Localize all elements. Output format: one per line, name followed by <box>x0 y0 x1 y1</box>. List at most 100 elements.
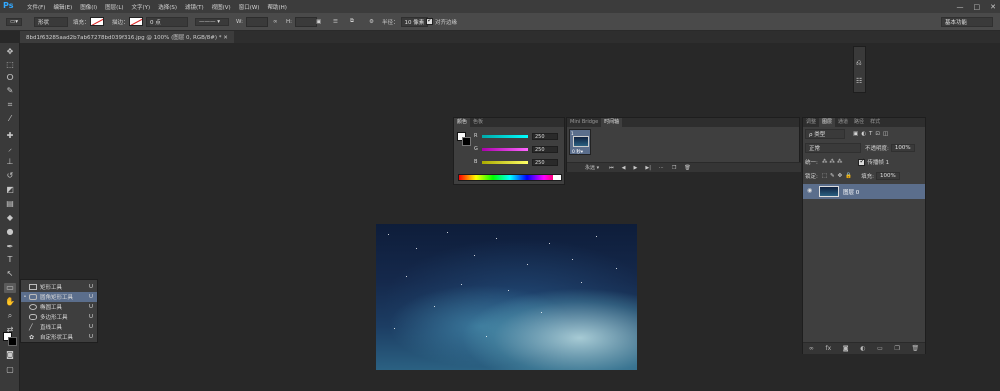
blue-value-field[interactable]: 250 <box>532 158 558 166</box>
canvas-image[interactable] <box>376 224 637 370</box>
tab-adjustments[interactable]: 调整 <box>803 118 819 127</box>
flyout-rectangle-tool[interactable]: 矩形工具 U <box>21 282 97 292</box>
flyout-rounded-rectangle-tool[interactable]: • 圆角矩形工具 U <box>21 292 97 302</box>
next-frame-icon[interactable]: ▶| <box>645 165 651 171</box>
stroke-type-dropdown[interactable]: ——— ▾ <box>195 17 229 26</box>
hand-tool-icon[interactable]: ✋ <box>4 297 16 307</box>
tween-icon[interactable]: ⋯ <box>659 165 664 171</box>
previous-frame-icon[interactable]: ◀ <box>622 165 626 171</box>
path-alignment-icon[interactable]: ☰ <box>333 19 338 25</box>
layer-name[interactable]: 图层 0 <box>843 188 859 196</box>
crop-tool-icon[interactable]: ⌗ <box>4 100 16 110</box>
delete-layer-icon[interactable]: 🗑 <box>911 345 919 352</box>
layer-style-icon[interactable]: fx <box>825 345 831 352</box>
path-operations-icon[interactable]: ▣ <box>316 19 321 25</box>
dodge-tool-icon[interactable]: ● <box>4 227 16 237</box>
green-slider-track[interactable] <box>482 147 528 151</box>
red-slider[interactable]: R 250 <box>474 132 562 140</box>
gradient-tool-icon[interactable]: ▤ <box>4 199 16 209</box>
unify-icons[interactable]: ⁂⁂⁂ <box>822 159 845 165</box>
new-group-icon[interactable]: ▭ <box>877 345 883 352</box>
blend-mode-dropdown[interactable]: 正常 <box>805 143 861 153</box>
stroke-width-field[interactable]: 0 点 <box>146 16 188 27</box>
propagate-frame-checkbox[interactable] <box>858 157 866 166</box>
lock-icons[interactable]: ⬚✎✥🔒 <box>822 173 855 179</box>
tab-color[interactable]: 颜色 <box>454 118 471 127</box>
frame-delay[interactable]: 0 秒▾ <box>572 149 583 155</box>
tab-styles[interactable]: 样式 <box>867 118 883 127</box>
path-arrangement-icon[interactable]: ⧉ <box>350 18 354 25</box>
flyout-polygon-tool[interactable]: 多边形工具 U <box>21 312 97 322</box>
tab-layers[interactable]: 图层 <box>819 118 836 127</box>
height-field[interactable] <box>295 16 317 27</box>
new-layer-icon[interactable]: ❐ <box>894 345 899 352</box>
fill-field[interactable]: 100% <box>875 172 900 180</box>
history-brush-tool-icon[interactable]: ↺ <box>4 171 16 181</box>
eraser-tool-icon[interactable]: ◩ <box>4 185 16 195</box>
first-frame-icon[interactable]: ⏮ <box>609 165 614 171</box>
tab-paths[interactable]: 路径 <box>851 118 867 127</box>
red-value-field[interactable]: 250 <box>532 132 558 140</box>
workspace-dropdown[interactable]: 基本功能 <box>941 16 993 27</box>
minimize-button[interactable]: — <box>957 3 964 11</box>
quick-mask-icon[interactable]: ◙ <box>4 350 16 360</box>
stroke-swatch[interactable] <box>128 17 143 26</box>
menu-filter[interactable]: 滤镜(T) <box>185 3 204 11</box>
quick-select-tool-icon[interactable]: ✎ <box>4 86 16 96</box>
brush-tool-icon[interactable]: ⸝ <box>4 144 16 154</box>
menu-type[interactable]: 文字(Y) <box>132 3 151 11</box>
duplicate-frame-icon[interactable]: ❐ <box>672 165 676 171</box>
blue-slider-track[interactable] <box>482 160 528 164</box>
flyout-custom-shape-tool[interactable]: ✿ 自定形状工具 U <box>21 332 97 342</box>
pen-tool-icon[interactable]: ✒ <box>4 242 16 252</box>
screen-mode-icon[interactable]: ▢ <box>4 365 16 375</box>
layer-mask-icon[interactable]: ◙ <box>843 345 849 352</box>
fill-swatch[interactable] <box>89 17 104 26</box>
green-slider[interactable]: G 250 <box>474 145 562 153</box>
layer-filter-icons[interactable]: ▣◐T⊡◫ <box>853 131 891 137</box>
eyedropper-tool-icon[interactable]: ⁄ <box>4 114 16 124</box>
menu-select[interactable]: 选择(S) <box>158 3 177 11</box>
delete-frame-icon[interactable]: 🗑 <box>684 165 690 171</box>
green-value-field[interactable]: 250 <box>532 145 558 153</box>
blur-tool-icon[interactable]: ◆ <box>4 213 16 223</box>
lasso-tool-icon[interactable]: ⵔ <box>4 73 16 83</box>
animation-frame[interactable]: 1 0 秒▾ <box>569 129 591 155</box>
width-field[interactable] <box>245 16 268 27</box>
tab-timeline[interactable]: 时间轴 <box>601 118 623 127</box>
layer-kind-filter[interactable]: ρ 类型 <box>805 129 845 139</box>
type-tool-icon[interactable]: T <box>4 255 16 265</box>
tab-mini-bridge[interactable]: Mini Bridge <box>567 118 601 127</box>
clone-stamp-tool-icon[interactable]: ⊥ <box>4 157 16 167</box>
menu-edit[interactable]: 编辑(E) <box>53 3 72 11</box>
loop-dropdown[interactable]: 永远 ▾ <box>585 164 599 171</box>
color-panel-background[interactable] <box>462 137 471 146</box>
color-spectrum-bar[interactable] <box>458 174 562 181</box>
move-tool-icon[interactable]: ✥ <box>4 47 16 57</box>
align-edges-checkbox[interactable] <box>426 16 433 25</box>
properties-icon[interactable]: ☷ <box>856 77 862 85</box>
menu-window[interactable]: 窗口(W) <box>239 3 260 11</box>
red-slider-track[interactable] <box>482 134 528 138</box>
healing-brush-tool-icon[interactable]: ✚ <box>4 131 16 141</box>
gear-icon[interactable]: ⚙ <box>369 19 374 25</box>
menu-view[interactable]: 视图(V) <box>212 3 231 11</box>
play-icon[interactable]: ▶ <box>633 165 637 171</box>
link-icon[interactable]: ∞ <box>273 19 278 25</box>
tool-preset-picker[interactable]: ▭▾ <box>6 16 22 27</box>
opacity-field[interactable]: 100% <box>890 144 915 152</box>
menu-layer[interactable]: 图层(L) <box>105 3 123 11</box>
blue-slider[interactable]: B 250 <box>474 158 562 166</box>
link-layers-icon[interactable]: ∞ <box>809 345 814 352</box>
menu-image[interactable]: 图像(I) <box>80 3 97 11</box>
history-icon[interactable]: ⎌ <box>856 59 862 68</box>
maximize-button[interactable]: □ <box>974 3 981 11</box>
flyout-ellipse-tool[interactable]: 椭圆工具 U <box>21 302 97 312</box>
tab-channels[interactable]: 通道 <box>835 118 851 127</box>
mode-dropdown[interactable]: 形状 <box>34 16 68 27</box>
adjustment-layer-icon[interactable]: ◐ <box>860 345 865 352</box>
menu-help[interactable]: 帮助(H) <box>267 3 286 11</box>
path-select-tool-icon[interactable]: ↖ <box>4 269 16 279</box>
close-button[interactable]: ✕ <box>990 3 996 11</box>
visibility-eye-icon[interactable]: ◉ <box>807 187 812 194</box>
